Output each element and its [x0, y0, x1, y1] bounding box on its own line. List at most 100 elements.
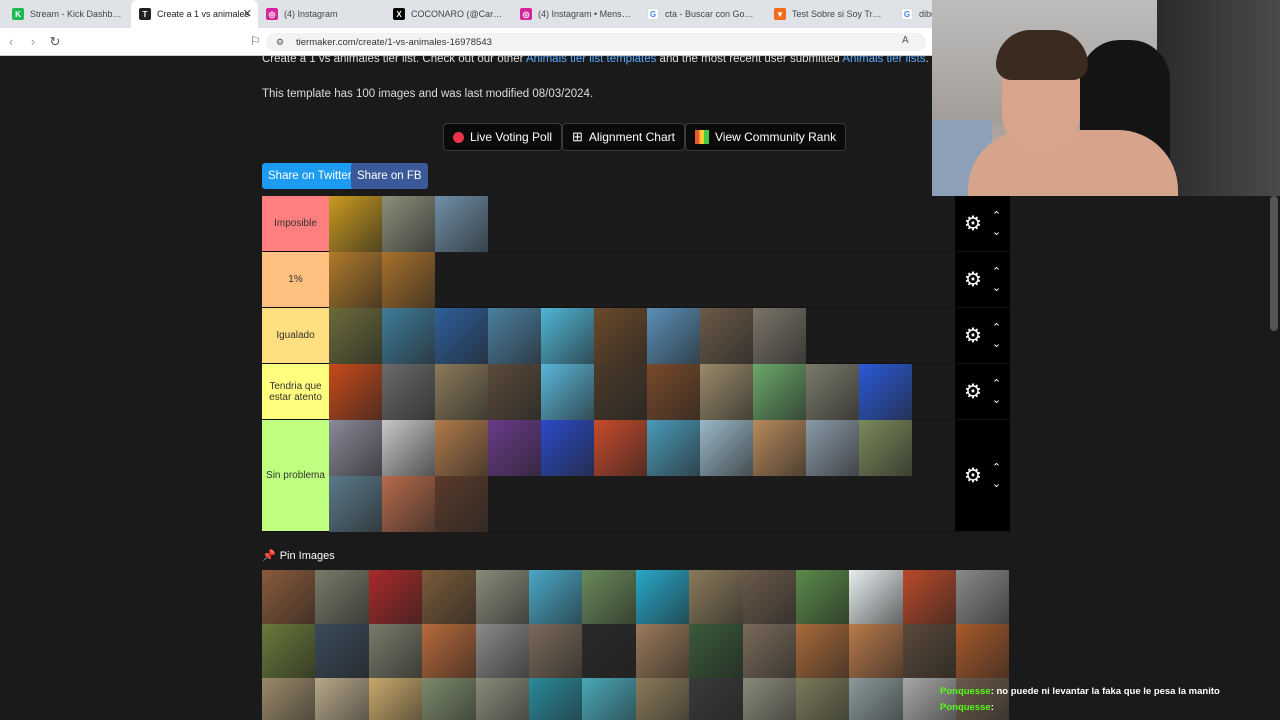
animal-image-tile[interactable] — [956, 570, 1010, 624]
animal-image-tile[interactable] — [475, 570, 529, 624]
gear-icon[interactable]: ⚙ — [964, 267, 982, 292]
animal-image-tile[interactable] — [329, 420, 382, 476]
live-voting-poll-button[interactable]: Live Voting Poll — [443, 123, 563, 151]
animal-image-tile[interactable] — [594, 420, 647, 476]
animal-image-tile[interactable] — [329, 364, 382, 420]
animal-image-tile[interactable] — [315, 624, 369, 678]
move-down-icon[interactable]: ⌄ — [992, 336, 1001, 352]
animal-image-tile[interactable] — [902, 570, 957, 624]
animal-image-tile[interactable] — [528, 624, 583, 678]
close-tab-icon[interactable]: ✕ — [243, 7, 252, 20]
animal-image-tile[interactable] — [635, 624, 690, 678]
animal-image-tile[interactable] — [647, 364, 700, 420]
animal-image-tile[interactable] — [488, 308, 541, 364]
animal-image-tile[interactable] — [795, 624, 850, 678]
animal-image-tile[interactable] — [582, 678, 636, 720]
animal-image-tile[interactable] — [329, 252, 382, 308]
animal-image-tile[interactable] — [435, 196, 488, 252]
pin-images-row[interactable]: 📌 Pin Images — [262, 549, 335, 563]
animal-image-tile[interactable] — [689, 570, 743, 624]
gear-icon[interactable]: ⚙ — [964, 379, 982, 404]
move-up-icon[interactable]: ⌃ — [992, 208, 1001, 224]
animal-image-tile[interactable] — [262, 678, 316, 720]
animal-image-tile[interactable] — [382, 196, 435, 252]
browser-tab[interactable]: ◎ (4) Instagram • Mensajes — [512, 0, 639, 28]
move-down-icon[interactable]: ⌄ — [992, 392, 1001, 408]
animal-image-tile[interactable] — [753, 308, 806, 364]
animal-image-tile[interactable] — [435, 420, 488, 476]
move-down-icon[interactable]: ⌄ — [992, 476, 1001, 492]
animal-image-tile[interactable] — [742, 570, 796, 624]
animal-image-tile[interactable] — [689, 624, 743, 678]
animal-image-tile[interactable] — [849, 624, 903, 678]
browser-tab[interactable]: ▼ Test Sobre si Soy Trans — [766, 0, 893, 28]
animal-image-tile[interactable] — [435, 308, 488, 364]
browser-tab[interactable]: T Create a 1 vs animales ✕ — [131, 0, 258, 28]
animal-image-tile[interactable] — [700, 308, 753, 364]
animal-image-tile[interactable] — [647, 420, 700, 476]
animal-image-tile[interactable] — [329, 196, 382, 252]
browser-tab[interactable]: ◎ (4) Instagram — [258, 0, 385, 28]
animal-image-tile[interactable] — [859, 420, 912, 476]
animal-image-tile[interactable] — [315, 570, 369, 624]
animal-image-tile[interactable] — [859, 364, 912, 420]
animal-image-tile[interactable] — [635, 678, 690, 720]
url-field[interactable]: tiermaker.com/create/1-vs-animales-16978… — [266, 33, 926, 51]
animal-image-tile[interactable] — [435, 476, 488, 532]
animal-image-tile[interactable] — [700, 420, 753, 476]
gear-icon[interactable]: ⚙ — [964, 463, 982, 488]
animals-tier-lists-link[interactable]: Animals tier lists — [842, 56, 925, 65]
animal-image-tile[interactable] — [382, 364, 435, 420]
animal-image-tile[interactable] — [435, 364, 488, 420]
forward-icon[interactable]: › — [22, 34, 44, 49]
gear-icon[interactable]: ⚙ — [964, 323, 982, 348]
animals-templates-link[interactable]: Animals tier list templates — [526, 56, 656, 65]
animal-image-tile[interactable] — [422, 570, 476, 624]
animal-image-tile[interactable] — [700, 364, 753, 420]
animal-image-tile[interactable] — [488, 420, 541, 476]
tier-label[interactable]: Sin problema — [262, 420, 329, 531]
animal-image-tile[interactable] — [541, 308, 594, 364]
move-up-icon[interactable]: ⌃ — [992, 320, 1001, 336]
animal-image-tile[interactable] — [689, 678, 743, 720]
move-down-icon[interactable]: ⌄ — [992, 224, 1001, 240]
tier-label[interactable]: Imposible — [262, 196, 329, 251]
community-rank-button[interactable]: View Community Rank — [685, 123, 847, 151]
animal-image-tile[interactable] — [647, 308, 700, 364]
move-down-icon[interactable]: ⌄ — [992, 280, 1001, 296]
animal-image-tile[interactable] — [528, 678, 583, 720]
animal-image-tile[interactable] — [795, 570, 850, 624]
animal-image-tile[interactable] — [806, 420, 859, 476]
animal-image-tile[interactable] — [382, 308, 435, 364]
animal-image-tile[interactable] — [368, 570, 423, 624]
animal-image-tile[interactable] — [594, 308, 647, 364]
animal-image-tile[interactable] — [382, 252, 435, 308]
animal-image-tile[interactable] — [329, 476, 382, 532]
animal-image-tile[interactable] — [475, 624, 529, 678]
animal-image-tile[interactable] — [368, 678, 423, 720]
alignment-chart-button[interactable]: ⊞ Alignment Chart — [562, 123, 685, 151]
animal-image-tile[interactable] — [582, 624, 636, 678]
animal-image-tile[interactable] — [262, 570, 316, 624]
animal-image-tile[interactable] — [635, 570, 690, 624]
animal-image-tile[interactable] — [541, 420, 594, 476]
animal-image-tile[interactable] — [422, 678, 476, 720]
animal-image-tile[interactable] — [262, 624, 316, 678]
translate-icon[interactable]: A — [902, 35, 909, 46]
animal-image-tile[interactable] — [594, 364, 647, 420]
animal-image-tile[interactable] — [753, 364, 806, 420]
move-up-icon[interactable]: ⌃ — [992, 264, 1001, 280]
animal-image-tile[interactable] — [382, 420, 435, 476]
move-up-icon[interactable]: ⌃ — [992, 460, 1001, 476]
animal-image-tile[interactable] — [753, 420, 806, 476]
animal-image-tile[interactable] — [315, 678, 369, 720]
bookmark-icon[interactable]: ⚐ — [250, 34, 261, 48]
animal-image-tile[interactable] — [582, 570, 636, 624]
gear-icon[interactable]: ⚙ — [964, 211, 982, 236]
animal-image-tile[interactable] — [742, 678, 796, 720]
tier-label[interactable]: Igualado — [262, 308, 329, 363]
animal-image-tile[interactable] — [902, 624, 957, 678]
browser-tab[interactable]: X COCONARO (@Carmelo1) — [385, 0, 512, 28]
move-up-icon[interactable]: ⌃ — [992, 376, 1001, 392]
share-twitter-button[interactable]: Share on Twitter — [262, 163, 358, 189]
